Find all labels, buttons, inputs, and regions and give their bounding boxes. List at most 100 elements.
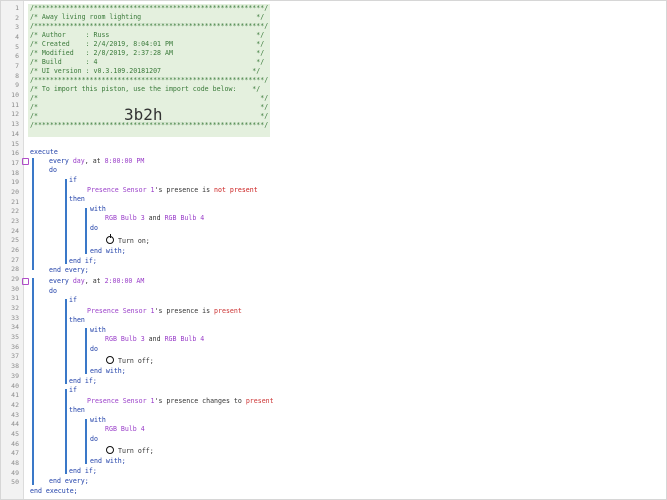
- header-ui-version-line: /* UI version : v0.3.109.20181207 */: [30, 67, 261, 75]
- with-devices[interactable]: RGB Bulb 4: [105, 425, 145, 434]
- condition-not-present[interactable]: Presence Sensor 1's presence is not pres…: [87, 186, 258, 195]
- header-import-note-line: /* To import this piston, use the import…: [30, 85, 261, 93]
- power-off-icon: [106, 446, 114, 454]
- turn-on-command[interactable]: Turn on;: [118, 237, 150, 246]
- line-number: 42: [11, 400, 19, 409]
- do-keyword: do: [90, 345, 98, 353]
- line-number: 46: [11, 439, 19, 448]
- timer-trigger-icon[interactable]: [22, 278, 29, 285]
- line-number: 2: [15, 13, 19, 22]
- line-number: 23: [11, 216, 19, 225]
- end-execute-keyword: end execute;: [30, 487, 78, 495]
- condition-present[interactable]: Presence Sensor 1's presence is present: [87, 307, 242, 316]
- line-number: 40: [11, 381, 19, 390]
- end-if-keyword: end if;: [69, 377, 97, 385]
- line-number: 29: [11, 275, 19, 284]
- line-number: 4: [15, 33, 19, 42]
- block-guide-line: [85, 328, 87, 374]
- line-number: 37: [11, 352, 19, 361]
- with-keyword[interactable]: with: [90, 326, 106, 335]
- block-guide-line: [85, 419, 87, 464]
- header-border-line: /***************************************…: [30, 22, 269, 30]
- execute-keyword: execute: [30, 148, 58, 156]
- line-number: 36: [11, 342, 19, 351]
- line-number: 14: [11, 129, 19, 138]
- line-number: 27: [11, 255, 19, 264]
- line-number: 22: [11, 207, 19, 216]
- block-guide-line: [85, 208, 87, 254]
- every-statement-2[interactable]: every day, at 2:00:00 AM: [49, 277, 144, 286]
- piston-code-viewer: 1 2 3 4 5 6 7 8 9 10 11 12 13 14 15 16 17 18 19 20 21 22 23 24 2…: [0, 0, 667, 500]
- then-keyword: then: [69, 316, 85, 324]
- end-with-keyword: end with;: [90, 367, 126, 375]
- turn-off-command[interactable]: Turn off;: [118, 447, 154, 456]
- with-devices[interactable]: RGB Bulb 3 and RGB Bulb 4: [105, 335, 204, 344]
- then-keyword: then: [69, 195, 85, 203]
- line-number: 24: [11, 226, 19, 235]
- line-number: 15: [11, 139, 19, 148]
- end-every-keyword: end every;: [49, 477, 89, 485]
- with-devices[interactable]: RGB Bulb 3 and RGB Bulb 4: [105, 214, 204, 223]
- do-keyword: do: [90, 224, 98, 232]
- line-number: 3: [15, 23, 19, 32]
- block-guide-line: [32, 158, 34, 270]
- line-number: 31: [11, 294, 19, 303]
- end-with-keyword: end with;: [90, 247, 126, 255]
- line-number: 9: [15, 81, 19, 90]
- timer-trigger-icon[interactable]: [22, 158, 29, 165]
- line-number: 48: [11, 458, 19, 467]
- end-if-keyword: end if;: [69, 467, 97, 475]
- if-keyword[interactable]: if: [69, 176, 77, 185]
- line-number: 39: [11, 371, 19, 380]
- line-number: 41: [11, 391, 19, 400]
- every-statement-1[interactable]: every day, at 8:00:00 PM: [49, 157, 144, 166]
- line-number: 26: [11, 246, 19, 254]
- line-number: 5: [15, 42, 19, 51]
- turn-off-command[interactable]: Turn off;: [118, 357, 154, 366]
- line-number: 35: [11, 333, 19, 342]
- line-number: 20: [11, 187, 19, 196]
- header-modified-line: /* Modified : 2/8/2019, 2:37:28 AM */: [30, 49, 265, 57]
- block-guide-line: [65, 389, 67, 474]
- header-title-line: /* Away living room lighting */: [30, 13, 265, 21]
- line-number: 11: [11, 100, 19, 109]
- end-with-keyword: end with;: [90, 457, 126, 465]
- line-number: 8: [15, 71, 19, 80]
- condition-changes-to-present[interactable]: Presence Sensor 1's presence changes to …: [87, 397, 274, 406]
- header-author-line: /* Author : Russ */: [30, 31, 265, 39]
- with-keyword[interactable]: with: [90, 416, 106, 425]
- header-border-line: /***************************************…: [30, 76, 269, 84]
- end-if-keyword: end if;: [69, 257, 97, 265]
- line-number: 13: [11, 120, 19, 129]
- do-keyword: do: [49, 166, 57, 174]
- then-keyword: then: [69, 406, 85, 414]
- line-number: 28: [11, 265, 19, 274]
- line-number: 49: [11, 468, 19, 477]
- line-number: 38: [11, 362, 19, 371]
- line-number: 34: [11, 323, 19, 332]
- line-number: 21: [11, 197, 19, 206]
- line-number: 32: [11, 304, 19, 313]
- do-keyword: do: [90, 435, 98, 443]
- line-number: 33: [11, 313, 19, 322]
- import-code: 3b2h: [124, 105, 163, 124]
- line-number: 16: [11, 149, 19, 158]
- line-number: 25: [11, 236, 19, 245]
- line-number: 19: [11, 178, 19, 187]
- header-build-line: /* Build : 4 */: [30, 58, 265, 66]
- block-guide-line: [65, 179, 67, 264]
- header-blank-line: /* */: [30, 94, 269, 102]
- power-on-icon-stroke: [110, 234, 111, 238]
- header-border-line: /***************************************…: [30, 4, 269, 12]
- header-created-line: /* Created : 2/4/2019, 8:04:01 PM */: [30, 40, 265, 48]
- if-keyword[interactable]: if: [69, 386, 77, 395]
- end-every-keyword: end every;: [49, 266, 89, 274]
- if-keyword[interactable]: if: [69, 296, 77, 305]
- power-off-icon: [106, 356, 114, 364]
- line-number: 17: [11, 158, 19, 167]
- line-number: 1: [15, 4, 19, 12]
- line-number: 47: [11, 449, 19, 458]
- do-keyword: do: [49, 287, 57, 295]
- block-guide-line: [65, 299, 67, 384]
- with-keyword[interactable]: with: [90, 205, 106, 214]
